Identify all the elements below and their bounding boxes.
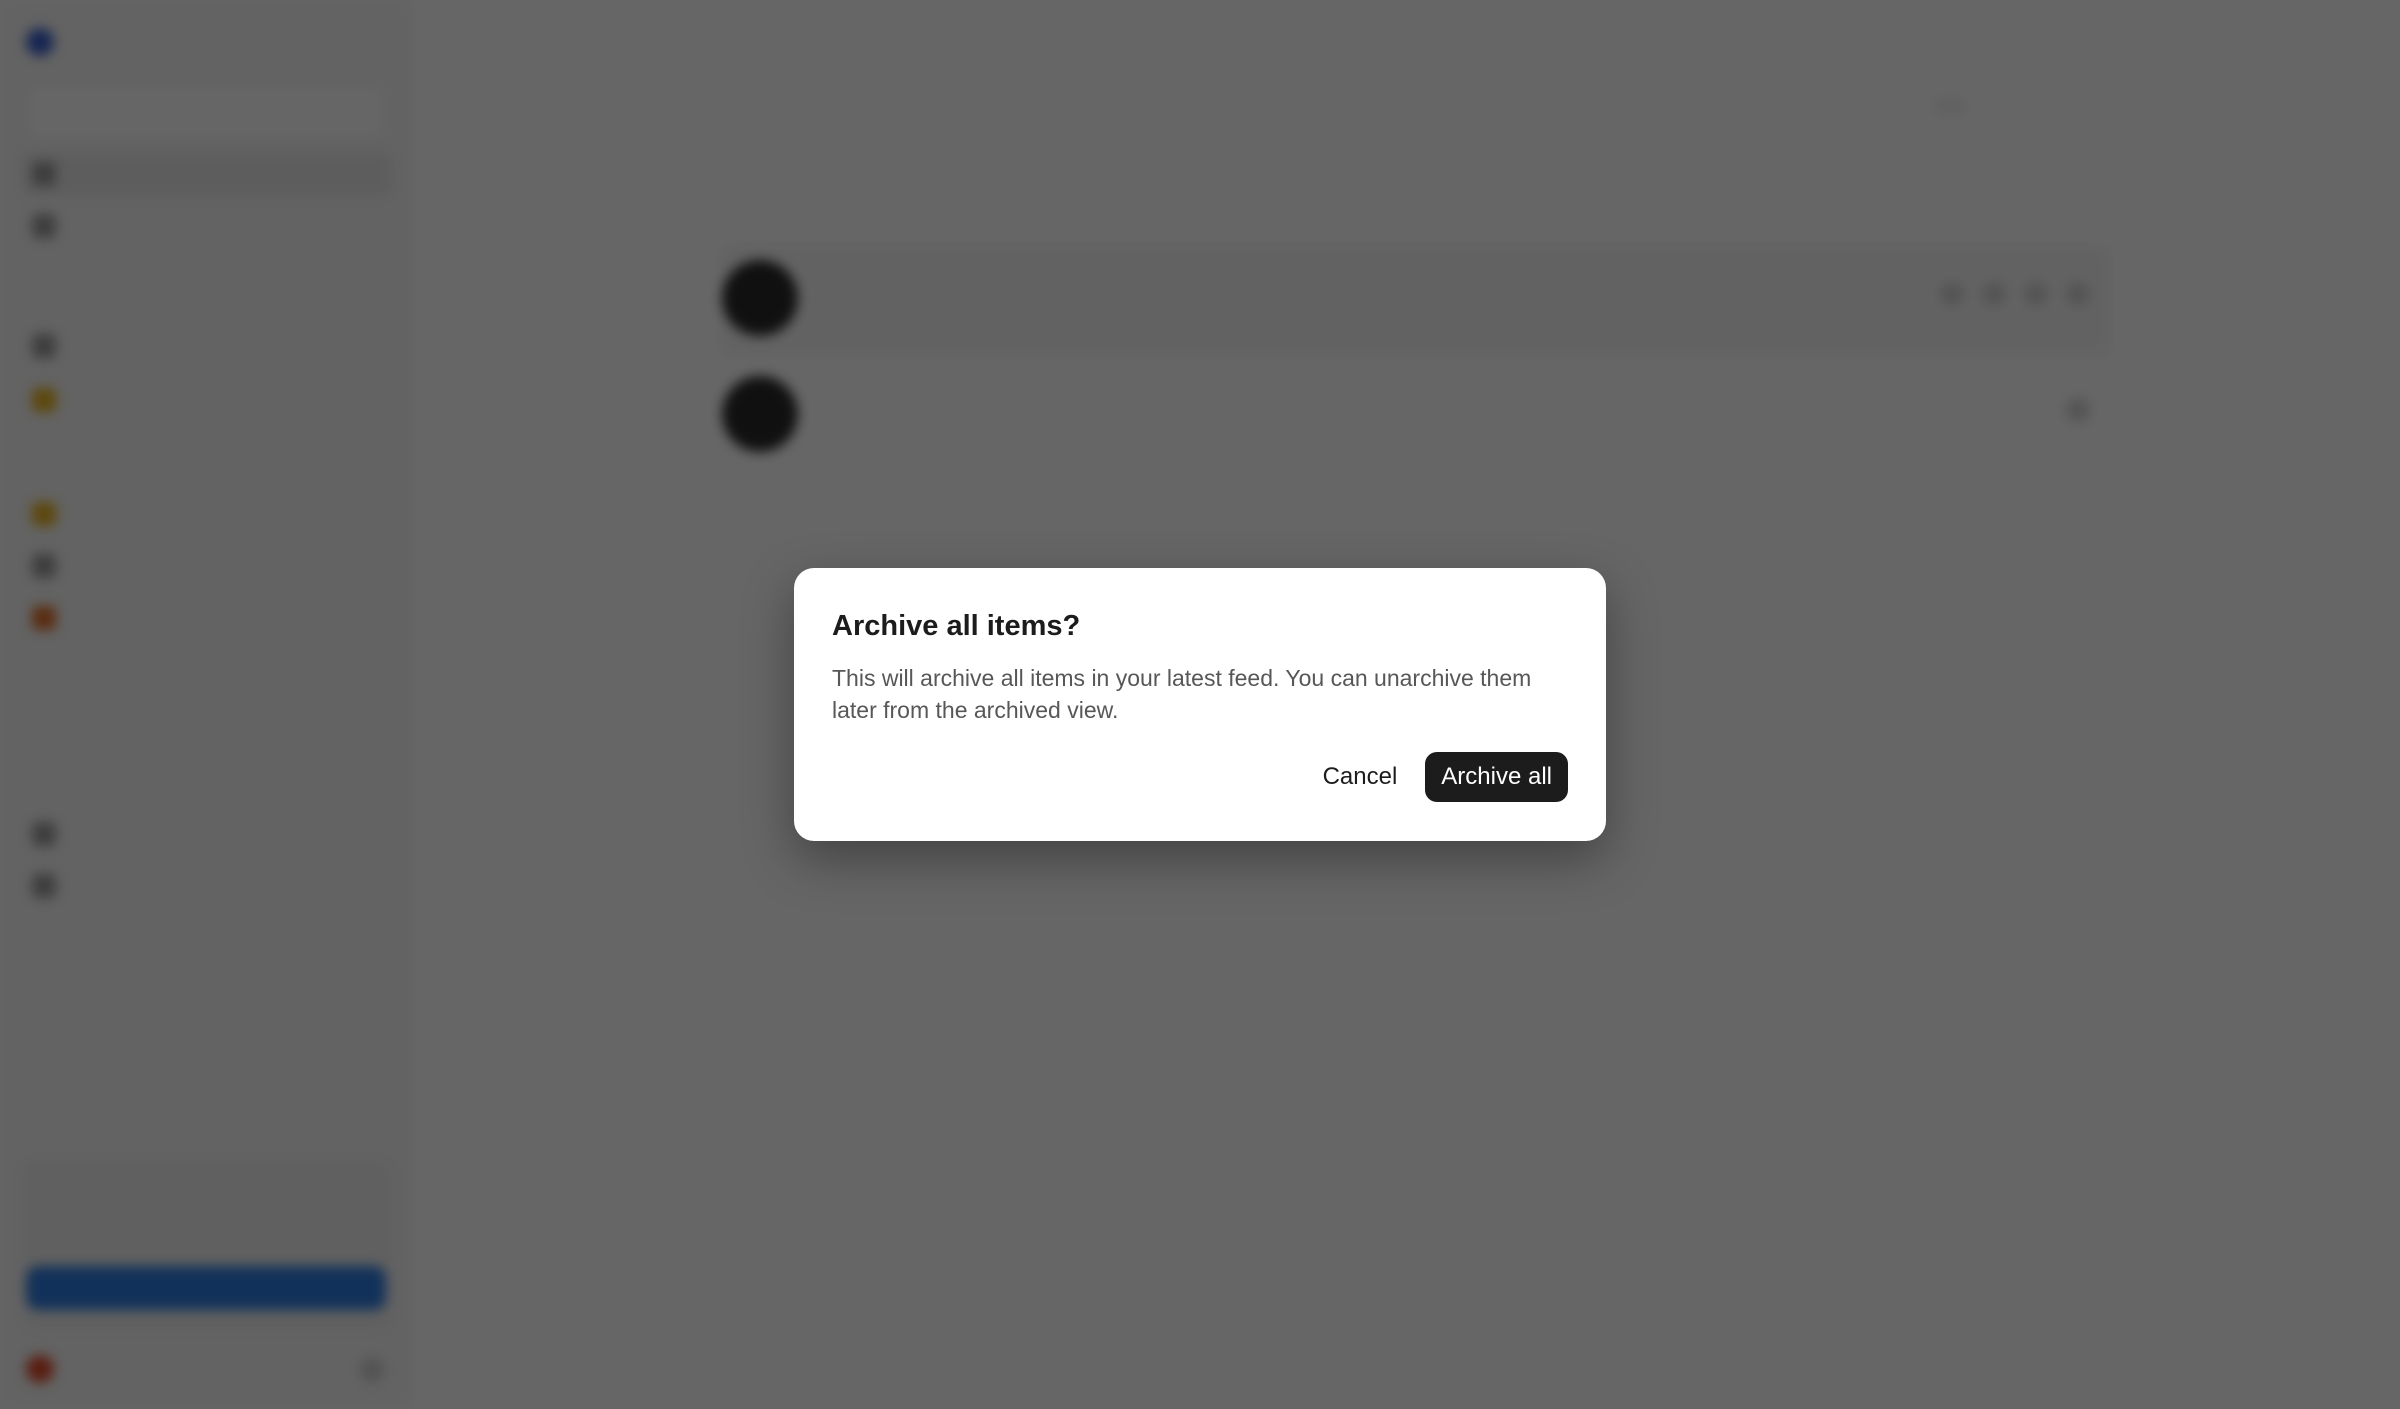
dialog-title: Archive all items? bbox=[832, 610, 1081, 642]
archive-confirm-dialog: Archive all items? This will archive all… bbox=[794, 568, 1606, 841]
dialog-actions: Cancel Archive all bbox=[1323, 752, 1568, 802]
archive-all-button[interactable]: Archive all bbox=[1425, 752, 1568, 802]
cancel-button[interactable]: Cancel bbox=[1323, 752, 1398, 802]
dialog-message: This will archive all items in your late… bbox=[832, 665, 1532, 723]
